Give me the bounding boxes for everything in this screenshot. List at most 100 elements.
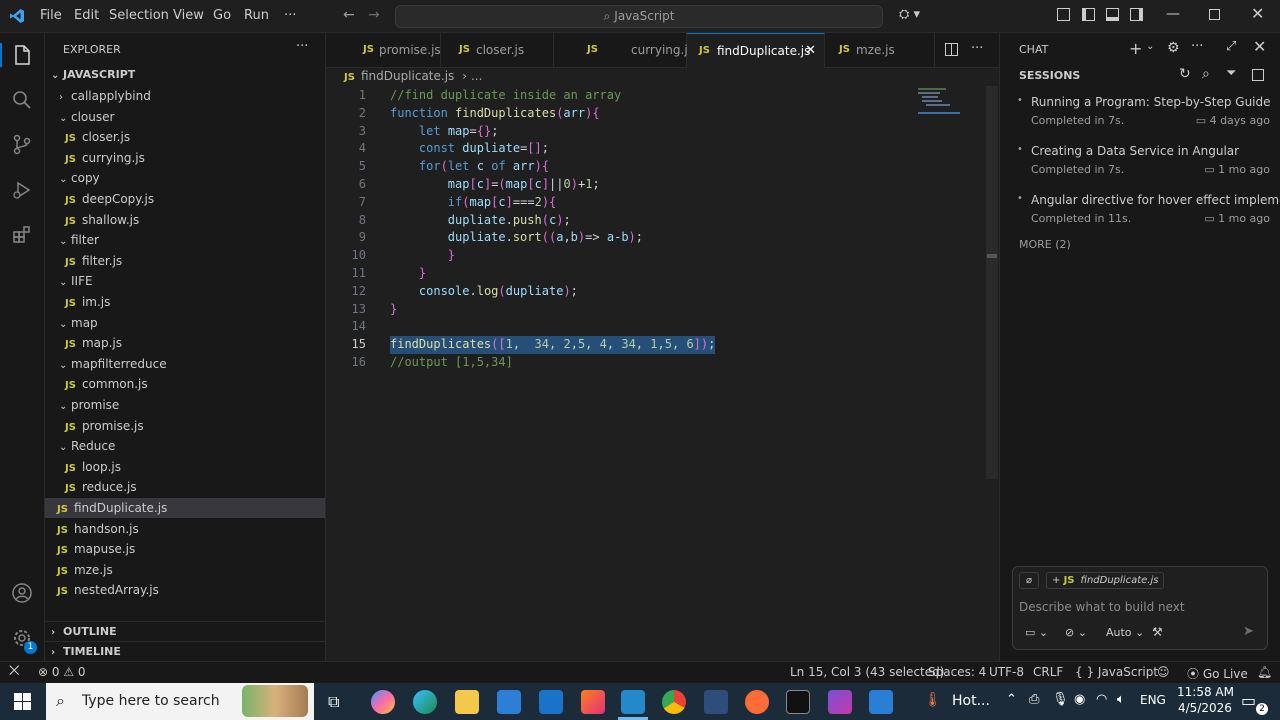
new-chat-icon[interactable]: + bbox=[1129, 39, 1142, 58]
tools-picker-icon[interactable]: ⊘ ⌄ bbox=[1065, 626, 1087, 639]
copilot-status-icon[interactable]: ☺ bbox=[1157, 665, 1170, 679]
explorer-file[interactable]: JS im.js bbox=[45, 292, 325, 312]
breadcrumb-rest[interactable]: ... bbox=[471, 69, 482, 83]
tab-promise[interactable]: JS promise.js bbox=[326, 33, 441, 68]
session-title[interactable]: Creating a Data Service in Angular bbox=[1031, 144, 1239, 158]
explorer-file[interactable]: JS promise.js bbox=[45, 416, 325, 436]
task-view-icon[interactable]: ⧉ bbox=[328, 692, 339, 712]
code-line[interactable]: 6 map[c]=(map[c]||0)+1; bbox=[326, 175, 986, 193]
search-icon[interactable] bbox=[11, 89, 33, 111]
mail-icon[interactable] bbox=[539, 690, 563, 714]
breadcrumb-file[interactable]: findDuplicate.js bbox=[361, 69, 454, 83]
explorer-file[interactable]: JS filter.js bbox=[45, 251, 325, 271]
cursor-position[interactable]: Ln 15, Col 3 (43 selected) bbox=[790, 665, 944, 679]
outline-section[interactable]: › OUTLINE bbox=[45, 621, 325, 641]
explorer-file[interactable]: JS closer.js bbox=[45, 127, 325, 147]
problems-indicator[interactable]: ⊗ 0 ⚠ 0 bbox=[38, 665, 86, 679]
menu-run[interactable]: Run bbox=[244, 8, 269, 23]
code-line[interactable]: 5 for(let c of arr){ bbox=[326, 157, 986, 175]
explorer-folder[interactable]: ⌄ map bbox=[45, 313, 325, 333]
postman-icon[interactable] bbox=[745, 690, 769, 714]
tray-expand-icon[interactable]: ⌃ bbox=[1006, 692, 1017, 707]
intellij-icon[interactable] bbox=[581, 690, 605, 714]
extensions-icon[interactable] bbox=[11, 224, 33, 246]
edge-icon[interactable] bbox=[413, 690, 437, 714]
toggle-sidebar-icon[interactable] bbox=[1057, 8, 1070, 21]
minimize-icon[interactable]: — bbox=[1166, 6, 1180, 22]
code-line[interactable]: 11 } bbox=[326, 264, 986, 282]
menu-more[interactable]: ··· bbox=[284, 8, 296, 23]
settings-gear-icon[interactable]: ⚙ bbox=[1167, 40, 1180, 56]
split-editor-icon[interactable] bbox=[945, 43, 958, 56]
explorer-root[interactable]: ⌄ JAVASCRIPT bbox=[45, 65, 325, 85]
app-icon-2[interactable] bbox=[828, 690, 852, 714]
code-line[interactable]: 15 findDuplicates([1, 34, 2,5, 4, 34, 1,5… bbox=[326, 335, 986, 353]
explorer-folder[interactable]: ⌄ mapfilterreduce bbox=[45, 354, 325, 374]
explorer-file[interactable]: JS nestedArray.js bbox=[45, 580, 325, 600]
wifi-icon[interactable]: ◠ bbox=[1096, 692, 1107, 707]
explorer-folder[interactable]: ⌄ IIFE bbox=[45, 271, 325, 291]
explorer-file[interactable]: JS findDuplicate.js bbox=[45, 498, 325, 518]
tab-closer[interactable]: JS closer.js bbox=[441, 33, 554, 68]
explorer-file[interactable]: JS shallow.js bbox=[45, 210, 325, 230]
run-debug-icon[interactable] bbox=[11, 179, 33, 201]
toggle-view-icon[interactable] bbox=[1252, 69, 1264, 81]
explorer-file[interactable]: JS mze.js bbox=[45, 560, 325, 580]
explorer-folder[interactable]: ⌄ copy bbox=[45, 168, 325, 188]
explorer-file[interactable]: JS handson.js bbox=[45, 519, 325, 539]
agent-picker-icon[interactable]: ▭ ⌄ bbox=[1025, 626, 1048, 639]
code-line[interactable]: 7 if(map[c]===2){ bbox=[326, 193, 986, 211]
copilot-app-icon[interactable] bbox=[371, 690, 395, 714]
explorer-file[interactable]: JS map.js bbox=[45, 333, 325, 353]
configure-tools-icon[interactable]: ⚒ bbox=[1152, 625, 1163, 639]
encoding[interactable]: UTF-8 bbox=[989, 665, 1024, 679]
command-center-search[interactable]: ⌕ JavaScript bbox=[395, 5, 883, 28]
chrome-icon[interactable] bbox=[662, 690, 686, 714]
explorer-folder[interactable]: ⌄ clouser bbox=[45, 107, 325, 127]
explorer-folder[interactable]: › callapplybind bbox=[45, 86, 325, 106]
explorer-file[interactable]: JS common.js bbox=[45, 374, 325, 394]
code-line[interactable]: 8 dupliate.push(c); bbox=[326, 211, 986, 229]
account-icon[interactable] bbox=[11, 582, 33, 604]
tray-app-icon[interactable]: ⎙ bbox=[1029, 692, 1039, 707]
nav-back-icon[interactable]: ← bbox=[343, 7, 355, 23]
toggle-secondary-sidebar-icon[interactable] bbox=[1130, 8, 1143, 21]
weather-text[interactable]: Hot... bbox=[952, 693, 990, 709]
go-live-button[interactable]: ⦿ Go Live bbox=[1187, 665, 1248, 682]
maximize-panel-icon[interactable]: ⤢ bbox=[1226, 39, 1236, 54]
language-mode[interactable]: { } JavaScript bbox=[1075, 665, 1158, 679]
maximize-icon[interactable] bbox=[1209, 9, 1220, 20]
code-line[interactable]: 1 //find duplicate inside an array bbox=[326, 86, 986, 104]
attach-icon[interactable]: ⌀ bbox=[1019, 572, 1039, 589]
taskbar-search-input[interactable]: Type here to search bbox=[82, 693, 220, 709]
vscode-taskbar-icon[interactable] bbox=[621, 690, 645, 714]
context-file-chip[interactable]: + JS findDuplicate.js bbox=[1046, 572, 1165, 589]
tab-currying[interactable]: JS currying.js bbox=[554, 33, 694, 68]
windows-start-icon[interactable] bbox=[14, 693, 31, 710]
notification-center-icon[interactable]: ▭ bbox=[1241, 691, 1256, 710]
clock-time[interactable]: 11:58 AM bbox=[1177, 685, 1234, 699]
more-sessions-link[interactable]: MORE (2) bbox=[1019, 238, 1071, 251]
code-line[interactable]: 9 dupliate.sort((a,b)=> a-b); bbox=[326, 228, 986, 246]
explorer-file[interactable]: JS mapuse.js bbox=[45, 539, 325, 559]
indentation[interactable]: Spaces: 4 bbox=[928, 665, 986, 679]
weather-icon[interactable]: 🌡︎ bbox=[924, 692, 942, 708]
refresh-icon[interactable]: ↻ bbox=[1179, 66, 1191, 82]
explorer-icon[interactable] bbox=[11, 44, 33, 66]
chat-more-icon[interactable]: ··· bbox=[1191, 39, 1203, 54]
toggle-primary-sidebar-icon[interactable] bbox=[1082, 8, 1095, 21]
timeline-section[interactable]: › TIMELINE bbox=[45, 641, 325, 661]
menu-edit[interactable]: Edit bbox=[74, 8, 99, 23]
menu-selection[interactable]: Selection bbox=[109, 8, 169, 23]
code-line[interactable]: 13} bbox=[326, 300, 986, 318]
menu-go[interactable]: Go bbox=[213, 8, 231, 23]
explorer-folder[interactable]: ⌄ Reduce bbox=[45, 436, 325, 456]
nav-forward-icon[interactable]: → bbox=[368, 7, 380, 23]
line-ending[interactable]: CRLF bbox=[1033, 665, 1063, 679]
chat-input[interactable]: Describe what to build next bbox=[1019, 600, 1185, 614]
explorer-file[interactable]: JS deepCopy.js bbox=[45, 189, 325, 209]
toggle-panel-icon[interactable] bbox=[1106, 8, 1119, 21]
camera-icon[interactable]: ◉ bbox=[1074, 692, 1085, 707]
chevron-down-icon[interactable]: ⌄ bbox=[1146, 41, 1154, 52]
menu-view[interactable]: View bbox=[173, 8, 204, 23]
